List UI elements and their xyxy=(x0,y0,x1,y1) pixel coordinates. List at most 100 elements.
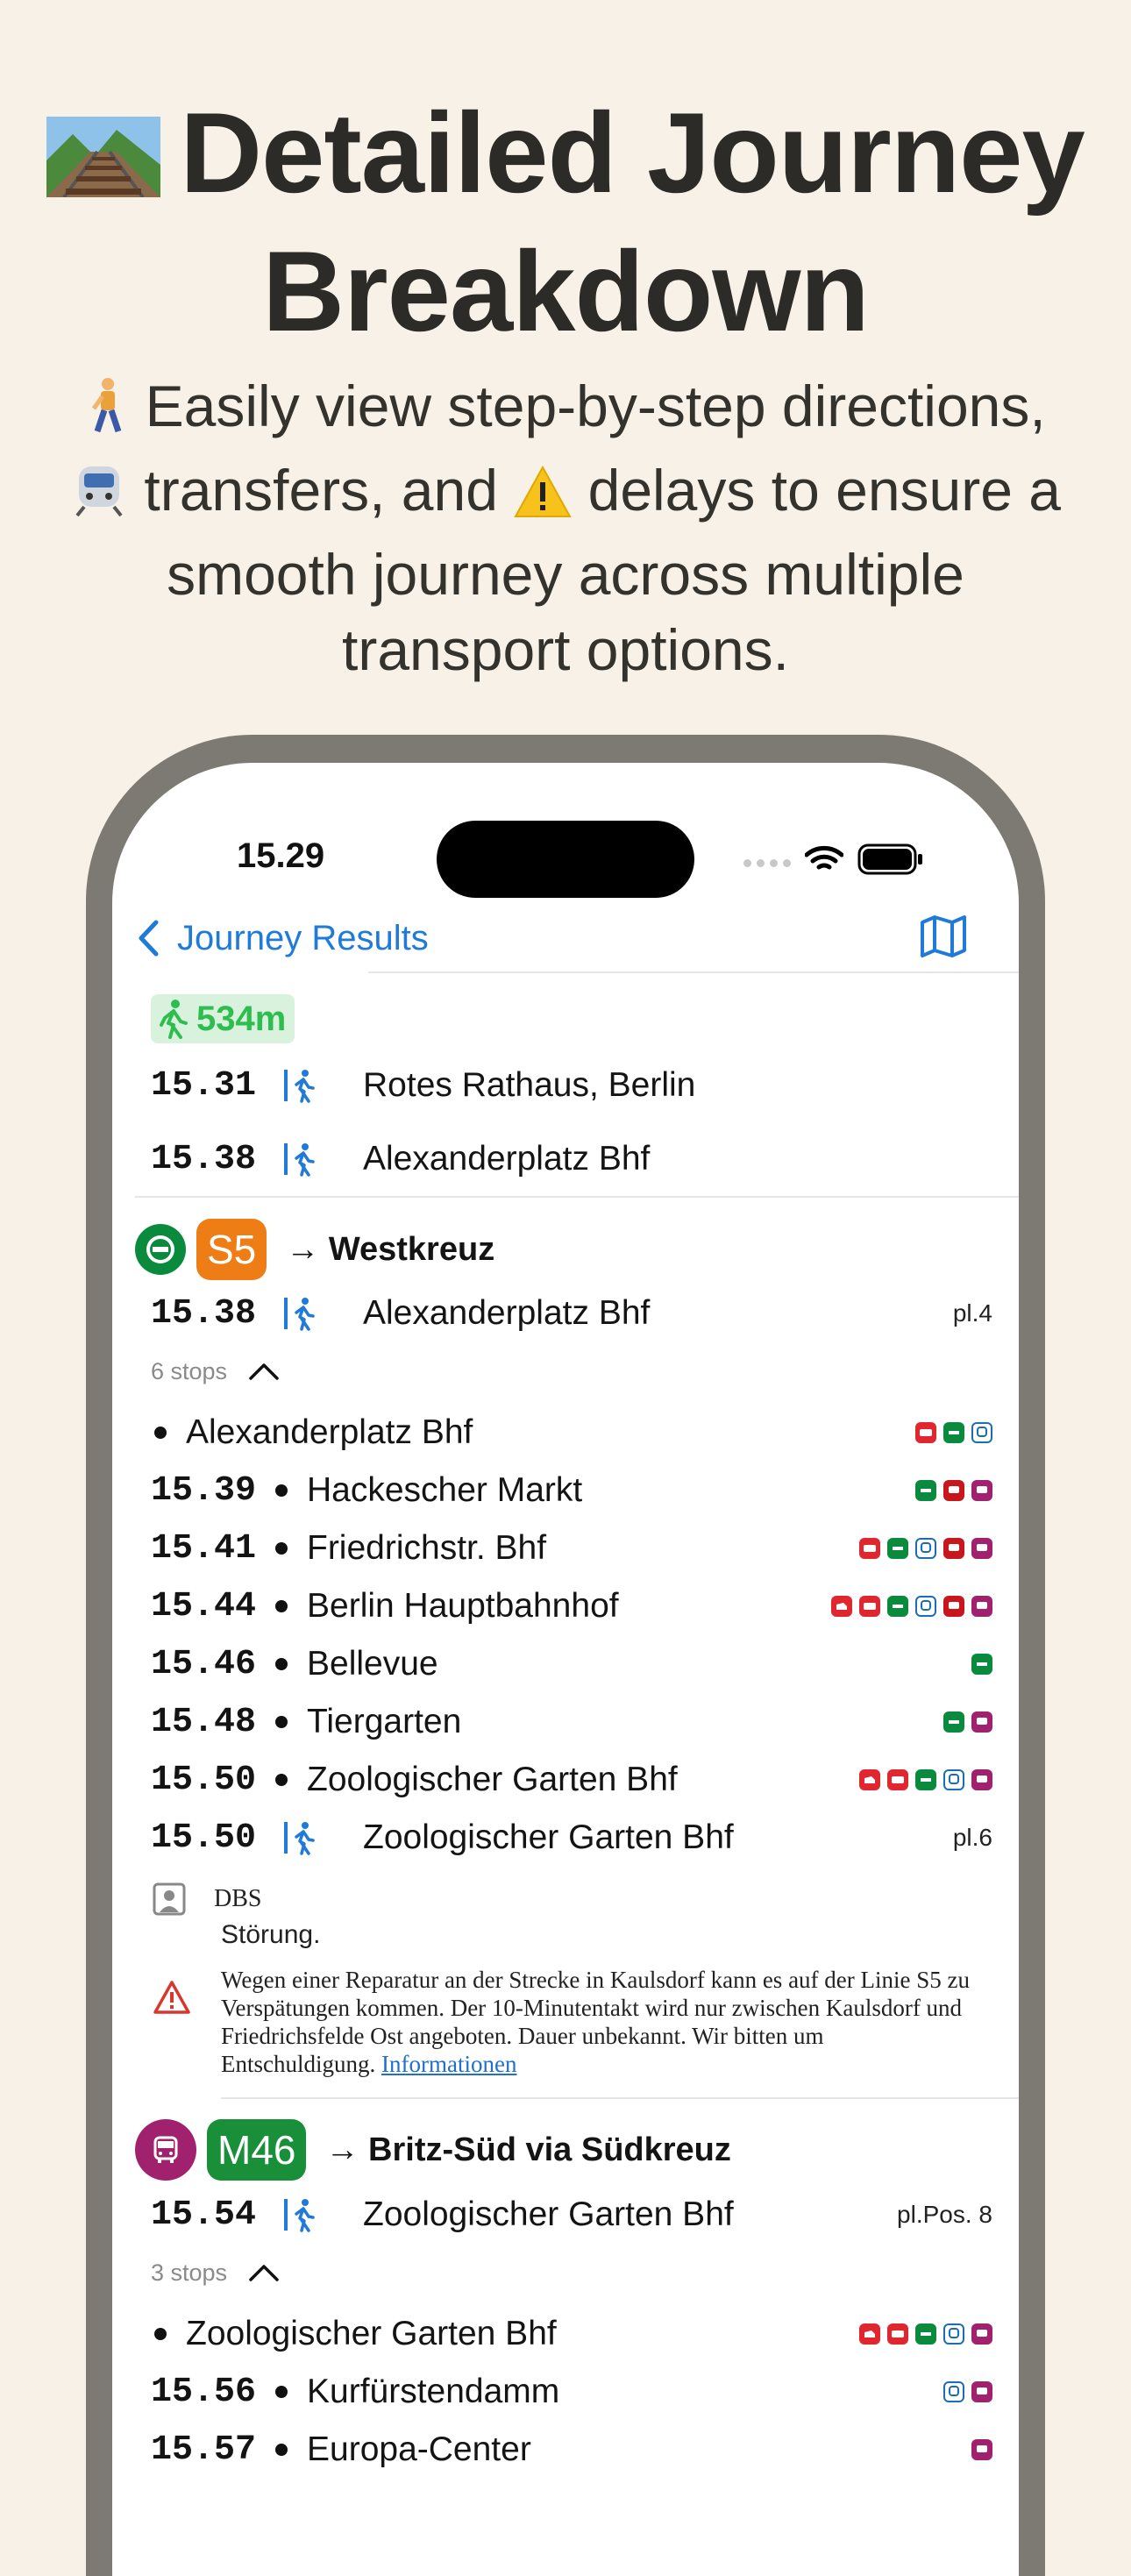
person-placeholder-icon xyxy=(153,1882,186,1916)
stop-bullet xyxy=(275,2386,288,2398)
stop-name: Hackescher Markt xyxy=(307,1471,583,1509)
hero-title: Detailed Journey Breakdown xyxy=(0,83,1131,360)
regional-train-icon xyxy=(859,1538,880,1559)
ubahn-icon xyxy=(943,2381,964,2402)
walk-transfer-icon xyxy=(282,1296,335,1331)
stop-time: 15.50 xyxy=(151,1760,257,1800)
hero-title-text: Detailed Journey Breakdown xyxy=(180,89,1085,355)
transport-icons xyxy=(964,1654,992,1675)
nav-divider xyxy=(368,971,1019,973)
back-button-label: Journey Results xyxy=(177,918,429,957)
stop-bullet xyxy=(154,1427,167,1439)
subtitle-part-2: transfers, and xyxy=(144,458,498,523)
station-name: Alexanderplatz Bhf xyxy=(363,1294,651,1332)
sbahn-icon xyxy=(943,1422,964,1443)
s5-departure-row[interactable]: 15.38 Alexanderplatz Bhf pl.4 xyxy=(151,1287,992,1340)
status-icons xyxy=(743,836,954,880)
long-distance-train-icon xyxy=(859,1769,880,1790)
stop-row[interactable]: 15.41 Friedrichstr. Bhf xyxy=(151,1522,992,1575)
stop-row[interactable]: Zoologischer Garten Bhf xyxy=(151,2308,992,2360)
long-distance-train-icon xyxy=(831,1596,852,1617)
transport-icons xyxy=(824,1596,992,1617)
bus-icon xyxy=(971,1711,992,1733)
leg-divider xyxy=(135,1196,1019,1198)
line-badge-m46: M46 xyxy=(207,2119,307,2181)
s5-leg-header[interactable]: S5 → Westkreuz xyxy=(135,1214,494,1284)
stop-name: Kurfürstendamm xyxy=(307,2373,560,2410)
battery-icon xyxy=(857,843,922,875)
regional-train-icon xyxy=(887,2323,908,2345)
stop-row[interactable]: 15.39 Hackescher Markt xyxy=(151,1464,992,1517)
stop-name: Europa-Center xyxy=(307,2430,531,2468)
stop-bullet xyxy=(154,2328,167,2340)
arrival-time: 15.38 xyxy=(151,1139,257,1179)
sbahn-icon xyxy=(971,1654,992,1675)
arrival-time: 15.50 xyxy=(151,1818,257,1858)
sbahn-icon xyxy=(915,2323,936,2345)
warning-triangle-icon xyxy=(153,1981,190,2014)
walk-transfer-icon xyxy=(282,1820,335,1855)
sbahn-icon xyxy=(943,1711,964,1733)
stops-toggle[interactable]: 6 stops xyxy=(151,1354,280,1389)
s5-arrival-row[interactable]: 15.50 Zoologischer Garten Bhf pl.6 xyxy=(151,1811,992,1864)
walk-transfer-icon xyxy=(282,2197,335,2232)
ubahn-icon xyxy=(915,1538,936,1559)
stop-bullet xyxy=(275,1484,288,1497)
bus-mode-icon xyxy=(135,2119,196,2181)
bus-icon xyxy=(971,2439,992,2460)
stop-time: 15.56 xyxy=(151,2372,257,2412)
stops-toggle[interactable]: 3 stops xyxy=(151,2255,280,2290)
notice-body: Wegen einer Reparatur an der Strecke in … xyxy=(221,1966,984,2078)
sbahn-mode-icon xyxy=(135,1224,186,1275)
stop-time: 15.41 xyxy=(151,1528,257,1569)
m46-leg-header[interactable]: M46 → Britz-Süd via Südkreuz xyxy=(135,2115,731,2185)
notice-info-link[interactable]: Informationen xyxy=(381,2051,516,2077)
sbahn-icon xyxy=(915,1769,936,1790)
stop-time: 15.44 xyxy=(151,1586,257,1626)
regional-train-icon xyxy=(859,1596,880,1617)
tram-icon xyxy=(943,1538,964,1559)
stop-row[interactable]: 15.50 Zoologischer Garten Bhf xyxy=(151,1754,992,1806)
departure-time: 15.31 xyxy=(151,1065,257,1106)
stop-name: Berlin Hauptbahnhof xyxy=(307,1587,619,1625)
departure-time: 15.54 xyxy=(151,2195,257,2235)
chevron-left-icon xyxy=(139,920,159,957)
long-distance-train-icon xyxy=(859,2323,880,2345)
warning-icon xyxy=(514,461,572,537)
destination: → Westkreuz xyxy=(286,1230,495,1268)
bus-icon xyxy=(971,1596,992,1617)
stop-bullet xyxy=(275,1600,288,1612)
bus-icon xyxy=(971,2381,992,2402)
dynamic-island xyxy=(437,821,694,898)
map-icon[interactable] xyxy=(917,910,970,963)
transport-icons xyxy=(908,1422,992,1443)
walk-end-row[interactable]: 15.38 Alexanderplatz Bhf xyxy=(151,1133,992,1185)
transport-icons xyxy=(852,1538,992,1559)
platform-label: pl.Pos. 8 xyxy=(897,2201,992,2228)
stop-row[interactable]: 15.46 Bellevue xyxy=(151,1638,992,1690)
stop-row[interactable]: Alexanderplatz Bhf xyxy=(151,1406,992,1459)
sbahn-icon xyxy=(887,1596,908,1617)
stop-name: Tiergarten xyxy=(307,1703,462,1740)
transport-icons xyxy=(936,2381,992,2402)
station-name: Rotes Rathaus, Berlin xyxy=(363,1066,696,1104)
ubahn-icon xyxy=(971,1422,992,1443)
stop-bullet xyxy=(275,1542,288,1555)
m46-departure-row[interactable]: 15.54 Zoologischer Garten Bhf pl.Pos. 8 xyxy=(151,2188,992,2241)
stop-row[interactable]: 15.48 Tiergarten xyxy=(151,1696,992,1748)
stops-count: 3 stops xyxy=(151,2259,228,2286)
station-name: Zoologischer Garten Bhf xyxy=(363,2195,734,2233)
station-name: Alexanderplatz Bhf xyxy=(363,1140,651,1178)
walk-transfer-icon xyxy=(282,1142,335,1177)
stop-row[interactable]: 15.57 Europa-Center xyxy=(151,2423,992,2476)
stop-bullet xyxy=(275,1716,288,1728)
transport-icons xyxy=(964,2439,992,2460)
stop-row[interactable]: 15.44 Berlin Hauptbahnhof xyxy=(151,1580,992,1633)
notice-text: Wegen einer Reparatur an der Strecke in … xyxy=(221,1967,970,2077)
walk-start-row[interactable]: 15.31 Rotes Rathaus, Berlin xyxy=(151,1059,992,1112)
regional-train-icon xyxy=(887,1769,908,1790)
notice-title: Störung. xyxy=(221,1920,321,1949)
stop-row[interactable]: 15.56 Kurfürstendamm xyxy=(151,2366,992,2418)
back-button[interactable]: Journey Results xyxy=(137,912,429,964)
bus-icon xyxy=(971,1538,992,1559)
